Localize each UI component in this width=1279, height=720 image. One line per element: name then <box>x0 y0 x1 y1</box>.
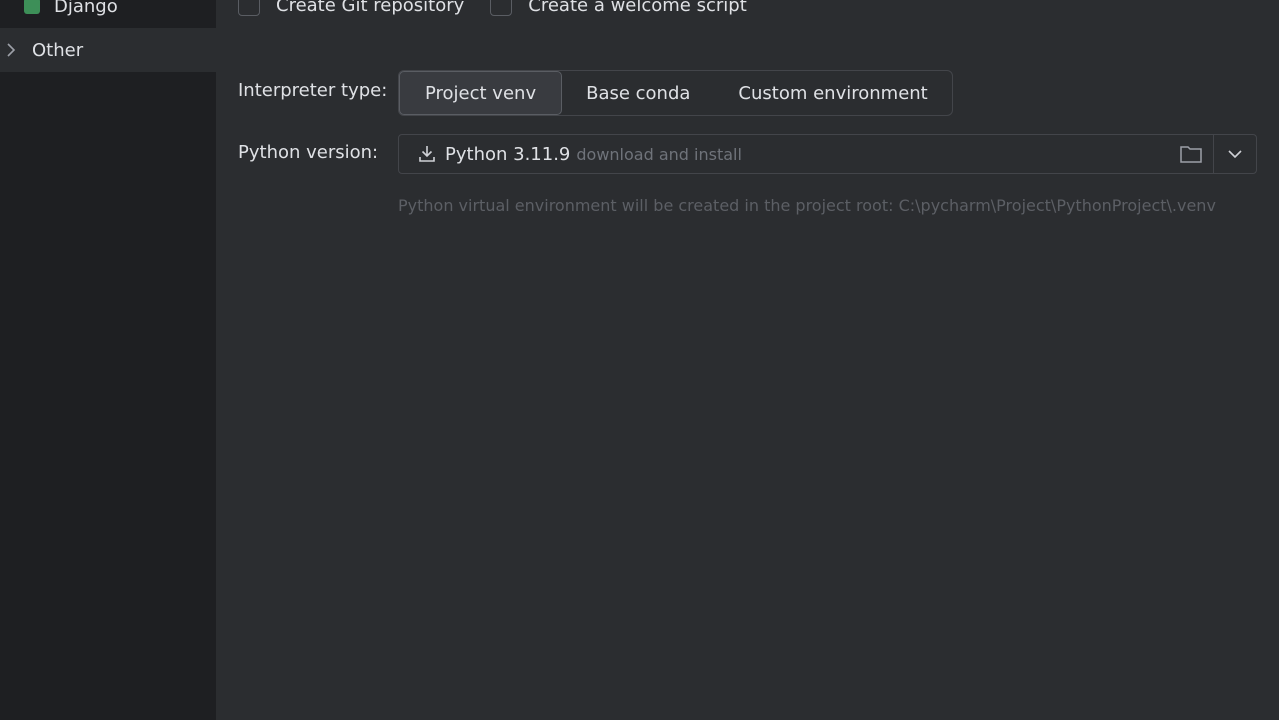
new-project-dialog: Django Other Create Git repository Creat… <box>0 0 1279 720</box>
interpreter-type-selector: Project venv Base conda Custom environme… <box>398 70 953 116</box>
venv-location-note: Python virtual environment will be creat… <box>398 196 1216 215</box>
interpreter-option-custom-environment[interactable]: Custom environment <box>714 71 951 115</box>
python-version-combobox[interactable]: Python 3.11.9 download and install <box>398 134 1257 174</box>
interpreter-type-label: Interpreter type: <box>238 80 388 101</box>
welcome-script-label: Create a welcome script <box>528 0 747 16</box>
chevron-right-icon[interactable] <box>6 43 32 57</box>
interpreter-option-project-venv[interactable]: Project venv <box>399 71 563 115</box>
django-icon <box>24 0 40 14</box>
sidebar-item-label: Other <box>32 39 84 61</box>
browse-folder-button[interactable] <box>1169 135 1213 173</box>
sidebar-item-other[interactable]: Other <box>0 28 216 72</box>
download-icon <box>417 144 437 164</box>
interpreter-option-base-conda[interactable]: Base conda <box>562 71 714 115</box>
python-version-dropdown-button[interactable] <box>1214 135 1256 173</box>
welcome-script-checkbox[interactable] <box>490 0 513 16</box>
sidebar-item-django[interactable]: Django <box>0 0 216 28</box>
folder-icon <box>1180 146 1202 163</box>
python-version-hint: download and install <box>576 144 742 164</box>
python-version-label: Python version: <box>238 142 379 163</box>
git-repo-label: Create Git repository <box>276 0 465 16</box>
project-settings-panel: Create Git repository Create a welcome s… <box>216 0 1279 720</box>
git-repo-checkbox[interactable] <box>238 0 260 16</box>
sidebar-item-label: Django <box>54 0 118 17</box>
python-version-value-area[interactable]: Python 3.11.9 download and install <box>399 135 1169 173</box>
chevron-down-icon <box>1228 150 1242 159</box>
python-version-value: Python 3.11.9 <box>445 143 571 165</box>
options-row: Create Git repository Create a welcome s… <box>238 0 773 20</box>
project-type-sidebar: Django Other <box>0 0 216 720</box>
